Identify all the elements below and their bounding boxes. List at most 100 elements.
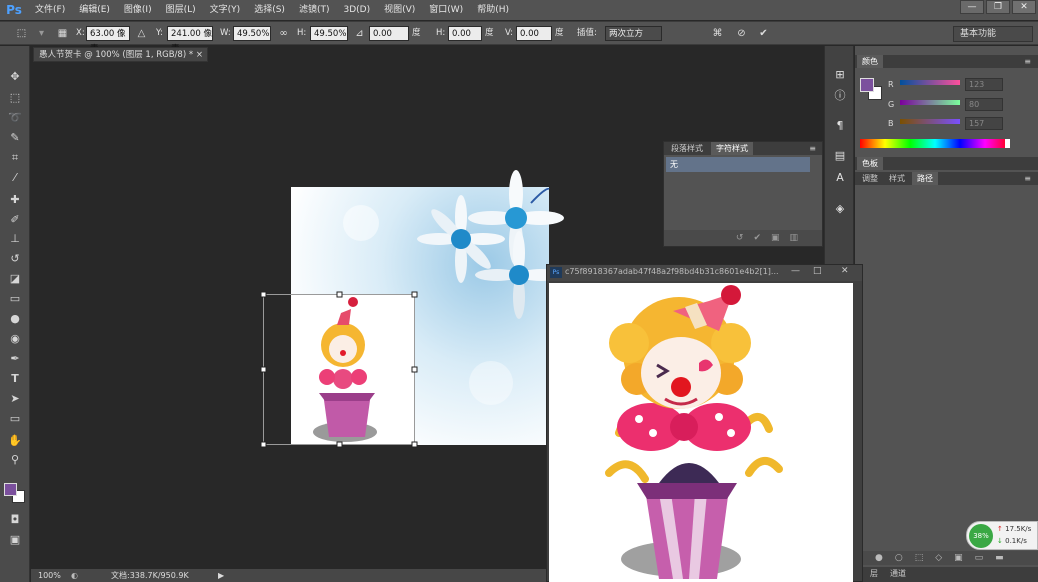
healing-tool-icon[interactable]: ✚ xyxy=(5,191,25,208)
b-value[interactable]: 157 xyxy=(965,117,1003,130)
tab-swatches[interactable]: 色板 xyxy=(857,157,883,170)
paragraph-panel-icon[interactable]: ¶ xyxy=(831,117,849,134)
eraser-tool-icon[interactable]: ◪ xyxy=(5,270,25,287)
tab-styles[interactable]: 样式 xyxy=(884,172,910,185)
warp-icon[interactable]: ⌘ xyxy=(710,26,725,41)
pen-tool-icon[interactable]: ✒ xyxy=(5,350,25,367)
adjust-panel-header: 调整 样式 路径 ≡ xyxy=(855,172,1038,185)
color-panel-menu-icon[interactable]: ≡ xyxy=(1019,55,1036,68)
network-download: ↓ 0.1K/s xyxy=(997,537,1027,545)
menu-image[interactable]: 图像(I) xyxy=(117,0,159,20)
eyedropper-tool-icon[interactable]: ⁄ xyxy=(5,169,25,186)
tab-adjustments[interactable]: 调整 xyxy=(857,172,883,185)
y-input[interactable]: 241.00 像素 xyxy=(167,26,213,54)
brush-tool-icon[interactable]: ✐ xyxy=(5,211,25,228)
status-menu-arrow-icon[interactable]: ▶ xyxy=(218,569,224,582)
image-window-minimize[interactable]: — xyxy=(791,266,800,276)
r-slider[interactable] xyxy=(900,80,960,85)
tab-channels[interactable]: 通道 xyxy=(885,567,911,580)
paths-panel-menu-icon[interactable]: ≡ xyxy=(1019,172,1036,185)
info-panel-icon[interactable]: ⓘ xyxy=(831,87,849,104)
document-tab[interactable]: 愚人节贺卡 @ 100% (图层 1, RGB/8) * × xyxy=(33,47,208,62)
quick-select-tool-icon[interactable]: ✎ xyxy=(5,129,25,146)
menu-3d[interactable]: 3D(D) xyxy=(336,0,377,20)
cancel-transform-icon[interactable]: ⊘ xyxy=(734,26,749,41)
w-input[interactable]: 49.50% xyxy=(233,26,271,41)
character-panel-icon[interactable]: A xyxy=(831,169,849,186)
status-info-icon[interactable]: ◐ xyxy=(71,569,78,582)
b-label: B xyxy=(888,119,894,128)
menu-filter[interactable]: 滤镜(T) xyxy=(292,0,337,20)
menu-type[interactable]: 文字(Y) xyxy=(203,0,248,20)
menu-select[interactable]: 选择(S) xyxy=(247,0,292,20)
x-input[interactable]: 63.00 像素 xyxy=(86,26,130,54)
g-value[interactable]: 80 xyxy=(965,98,1003,111)
minimize-button[interactable]: — xyxy=(960,0,984,14)
menu-file[interactable]: 文件(F) xyxy=(28,0,72,20)
lasso-tool-icon[interactable]: ➰ xyxy=(5,109,25,126)
tab-paths[interactable]: 路径 xyxy=(912,172,938,185)
char-panel-footer[interactable]: ↺✔▣▥ xyxy=(664,230,822,246)
stamp-tool-icon[interactable]: ⊥ xyxy=(5,230,25,247)
move-tool-icon[interactable]: ✥ xyxy=(5,68,25,85)
transform-tool-icon[interactable]: ⬚ xyxy=(14,26,29,41)
menu-layer[interactable]: 图层(L) xyxy=(159,0,203,20)
char-style-panel-icon[interactable]: ▤ xyxy=(831,147,849,164)
network-percent: 38% xyxy=(969,524,993,548)
h-input[interactable]: 49.50% xyxy=(310,26,348,41)
char-style-item-none[interactable]: 无 xyxy=(666,157,810,172)
close-button[interactable]: ✕ xyxy=(1012,0,1036,14)
interpolation-select[interactable]: 两次立方 xyxy=(605,26,662,41)
char-panel-menu-icon[interactable]: ≡ xyxy=(804,142,821,155)
image-window-close[interactable]: ✕ xyxy=(841,266,849,276)
maximize-button[interactable]: ❐ xyxy=(986,0,1010,14)
tab-layers[interactable]: 层 xyxy=(865,567,883,580)
menu-help[interactable]: 帮助(H) xyxy=(470,0,516,20)
menu-view[interactable]: 视图(V) xyxy=(377,0,422,20)
image-window-maximize[interactable]: □ xyxy=(813,266,822,276)
tab-color[interactable]: 颜色 xyxy=(857,55,883,68)
zoom-level[interactable]: 100% xyxy=(38,569,61,582)
link-icon[interactable]: ∞ xyxy=(276,26,291,41)
angle-input[interactable]: 0.00 xyxy=(369,26,409,41)
window-controls: — ❐ ✕ xyxy=(958,0,1036,14)
menu-window[interactable]: 窗口(W) xyxy=(422,0,470,20)
upload-arrow-icon: ↑ xyxy=(997,525,1003,533)
image-window-titlebar[interactable]: Ps c75f8918367adab47f48a2f98bd4b31c8601e… xyxy=(547,265,862,281)
quick-mask-icon[interactable]: ◘ xyxy=(5,511,25,528)
document-tab-close-icon[interactable]: × xyxy=(196,48,203,63)
vskew-input[interactable]: 0.00 xyxy=(516,26,552,41)
path-select-tool-icon[interactable]: ➤ xyxy=(5,390,25,407)
workspace-select[interactable]: 基本功能 xyxy=(953,26,1033,42)
color-spectrum[interactable] xyxy=(860,139,1010,148)
reference-point-icon[interactable]: ▦ xyxy=(55,26,70,41)
network-speed-widget[interactable]: 38% ↑ 17.5K/s ↓ 0.1K/s xyxy=(966,521,1038,550)
spectrum-white[interactable] xyxy=(1005,139,1010,148)
gradient-tool-icon[interactable]: ▭ xyxy=(5,290,25,307)
hand-tool-icon[interactable]: ✋ xyxy=(5,432,25,449)
delta-icon[interactable]: △ xyxy=(134,26,149,41)
3d-panel-icon[interactable]: ◈ xyxy=(831,200,849,217)
type-tool-icon[interactable]: T xyxy=(5,370,25,387)
color-foreground-swatch[interactable] xyxy=(860,78,874,92)
hskew-input[interactable]: 0.00 xyxy=(448,26,482,41)
tab-paragraph-styles[interactable]: 段落样式 xyxy=(666,142,708,155)
marquee-tool-icon[interactable]: ⬚ xyxy=(5,89,25,106)
dropdown-arrow-icon[interactable]: ▾ xyxy=(34,26,49,41)
zoom-tool-icon[interactable]: ⚲ xyxy=(5,451,25,468)
b-slider[interactable] xyxy=(900,119,960,124)
history-panel-icon[interactable]: ⊞ xyxy=(831,66,849,83)
history-brush-tool-icon[interactable]: ↺ xyxy=(5,250,25,267)
r-value[interactable]: 123 xyxy=(965,78,1003,91)
crop-tool-icon[interactable]: ⌗ xyxy=(5,149,25,166)
g-slider[interactable] xyxy=(900,100,960,105)
menu-edit[interactable]: 编辑(E) xyxy=(72,0,117,20)
shape-tool-icon[interactable]: ▭ xyxy=(5,410,25,427)
paths-panel-footer[interactable]: ●○⬚◇▣▭▬ xyxy=(855,551,1038,565)
tools-panel: ✥ ⬚ ➰ ✎ ⌗ ⁄ ✚ ✐ ⊥ ↺ ◪ ▭ ● ◉ ✒ T ➤ ▭ ✋ ⚲ … xyxy=(0,46,30,582)
tab-character-styles[interactable]: 字符样式 xyxy=(711,142,753,155)
commit-transform-icon[interactable]: ✔ xyxy=(756,26,771,41)
dodge-tool-icon[interactable]: ◉ xyxy=(5,330,25,347)
blur-tool-icon[interactable]: ● xyxy=(5,310,25,327)
screen-mode-icon[interactable]: ▣ xyxy=(5,531,25,548)
